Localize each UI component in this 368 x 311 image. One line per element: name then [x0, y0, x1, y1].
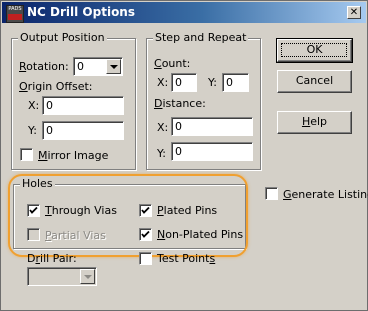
checkmark-icon [29, 206, 38, 214]
output-position-label: Output Position [18, 31, 107, 44]
plated-pins-label: Plated Pins [157, 204, 218, 217]
title-bar[interactable]: PADS NC Drill Options ✕ [2, 2, 366, 23]
dialog-title: NC Drill Options [27, 5, 135, 19]
distance-label: Distance: [154, 97, 206, 110]
generate-listing-checkbox[interactable] [265, 187, 278, 200]
through-vias-label: Through Vias [45, 204, 117, 217]
ok-button[interactable]: OK [276, 38, 353, 63]
checkmark-icon [141, 206, 150, 214]
test-points-checkbox[interactable] [139, 252, 152, 265]
help-label: Help [301, 115, 328, 128]
count-y-label: Y: [208, 76, 217, 89]
close-icon: ✕ [349, 7, 359, 18]
rotation-value: 0 [77, 60, 84, 73]
distance-x-label: X: [157, 121, 169, 134]
rotation-dropdown[interactable]: 0 [73, 57, 123, 76]
generate-listing-label: Generate Listing [283, 188, 368, 201]
origin-y-label: Y: [28, 124, 37, 137]
count-y-input[interactable]: 0 [222, 73, 249, 92]
origin-x-input[interactable]: 0 [42, 96, 124, 115]
origin-x-label: X: [28, 99, 40, 112]
close-button[interactable]: ✕ [347, 6, 361, 19]
count-label: Count: [154, 57, 191, 70]
drill-pair-dropdown[interactable] [27, 267, 97, 286]
partial-vias-checkbox[interactable] [27, 228, 40, 241]
holes-label: Holes [20, 177, 55, 190]
origin-y-input[interactable]: 0 [42, 121, 124, 140]
through-vias-checkbox[interactable] [27, 204, 40, 217]
count-x-label: X: [157, 76, 169, 89]
chevron-down-icon[interactable] [106, 59, 121, 74]
count-x-input[interactable]: 0 [171, 73, 197, 92]
distance-y-input[interactable]: 0 [171, 142, 253, 161]
test-points-label: Test Points [157, 252, 216, 265]
non-plated-pins-label: Non-Plated Pins [157, 228, 244, 241]
non-plated-pins-checkbox[interactable] [139, 228, 152, 241]
pads-app-icon: PADS [6, 5, 24, 23]
help-button[interactable]: Help [277, 111, 352, 134]
rotation-label: Rotation: [19, 60, 69, 73]
plated-pins-checkbox[interactable] [139, 204, 152, 217]
chevron-down-icon[interactable] [80, 269, 95, 284]
checkmark-icon [141, 230, 150, 238]
partial-vias-label: Partial Vias [45, 229, 106, 242]
origin-offset-label: Origin Offset: [19, 80, 93, 93]
step-and-repeat-label: Step and Repeat [153, 31, 249, 44]
cancel-button[interactable]: Cancel [277, 70, 352, 93]
distance-y-label: Y: [157, 147, 166, 160]
mirror-image-checkbox[interactable] [20, 148, 33, 161]
nc-drill-options-dialog: PADS NC Drill Options ✕ Output Position … [0, 0, 368, 311]
app-icon-text: PADS [8, 6, 22, 12]
distance-x-input[interactable]: 0 [171, 117, 253, 136]
drill-pair-label: Drill Pair: [27, 252, 77, 265]
mirror-image-label: Mirror Image [38, 149, 109, 162]
